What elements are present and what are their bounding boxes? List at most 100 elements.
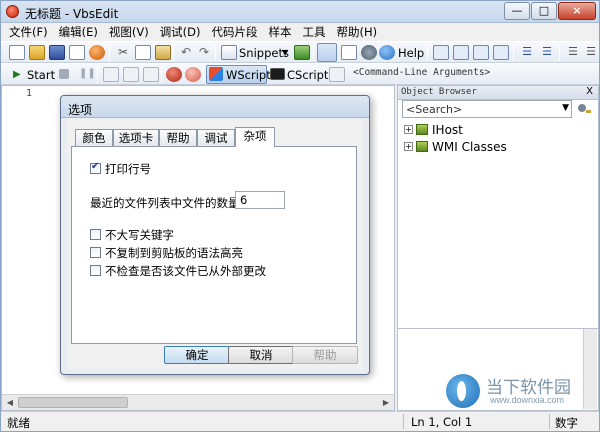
step-out-icon[interactable]	[143, 67, 159, 82]
tree-item-wmi-classes[interactable]: + WMI Classes	[402, 139, 592, 156]
indent-icon[interactable]: ☰	[519, 45, 535, 60]
toolbar-separator	[513, 45, 514, 61]
chevron-down-icon[interactable]: ▼	[562, 103, 569, 113]
wscript-icon	[209, 67, 223, 81]
arguments-icon[interactable]	[329, 67, 345, 82]
save-all-icon[interactable]	[69, 45, 85, 60]
tab-debug[interactable]: 调试	[197, 129, 235, 146]
print-line-numbers-checkbox[interactable]	[90, 161, 101, 174]
tree-item-label: WMI Classes	[432, 140, 507, 154]
object-browser-header: Object Browser X	[398, 86, 598, 100]
wscript-label: WScript	[226, 68, 271, 82]
menu-debug[interactable]: 调试(D)	[160, 24, 201, 40]
print-icon[interactable]	[341, 45, 357, 60]
menu-samples[interactable]: 样本	[269, 24, 292, 40]
minimize-button[interactable]: —	[504, 2, 530, 20]
tab-tabs[interactable]: 选项卡	[113, 129, 159, 146]
line-gutter: 1	[2, 86, 38, 410]
maximize-button[interactable]: □	[531, 2, 557, 20]
run-script-icon[interactable]	[294, 45, 310, 60]
object-tree: + IHost + WMI Classes	[402, 122, 592, 156]
run-toolbar: ▶ Start ❚❚ WScript CScript <Command-Line…	[1, 63, 599, 85]
menu-edit[interactable]: 编辑(E)	[59, 24, 98, 40]
main-toolbar: ✂ ↶ ↷ Snippets ▼ Help ☰ ☰ ☰ ☰	[1, 41, 599, 63]
tab-help[interactable]: 帮助	[159, 129, 197, 146]
snippets-icon[interactable]	[221, 45, 237, 60]
no-copy-syntax-highlight-checkbox[interactable]	[90, 247, 101, 258]
scroll-right-icon[interactable]: ▶	[379, 396, 393, 409]
uncomment-icon[interactable]	[453, 45, 469, 60]
close-button[interactable]: ×	[558, 2, 596, 20]
record-icon[interactable]	[89, 45, 105, 60]
help-button[interactable]: Help	[398, 46, 424, 60]
tree-item-ihost[interactable]: + IHost	[402, 122, 592, 139]
clear-breakpoints-icon[interactable]	[185, 67, 201, 82]
menu-file[interactable]: 文件(F)	[9, 24, 48, 40]
play-icon[interactable]: ▶	[13, 69, 21, 80]
class-icon	[416, 141, 428, 152]
dialog-title: 选项	[68, 103, 93, 117]
object-browser-close-icon[interactable]: X	[586, 86, 593, 97]
toggle-object-browser-button[interactable]	[317, 43, 337, 62]
breakpoint-icon[interactable]	[166, 67, 182, 82]
horizontal-scrollbar[interactable]: ◀ ▶	[2, 394, 394, 410]
chevron-down-icon[interactable]: ▼	[282, 48, 288, 57]
toolbar-separator	[215, 45, 216, 61]
tab-misc[interactable]: 杂项	[235, 127, 275, 147]
print-line-numbers-label: 打印行号	[105, 162, 151, 176]
help-icon[interactable]	[379, 45, 395, 60]
menu-snippets[interactable]: 代码片段	[212, 24, 258, 40]
app-icon	[6, 5, 19, 18]
expand-icon[interactable]: +	[404, 142, 413, 151]
cscript-button[interactable]: CScript	[287, 68, 328, 82]
new-file-icon[interactable]	[9, 45, 25, 60]
scroll-left-icon[interactable]: ◀	[3, 396, 17, 409]
bookmark-icon[interactable]	[473, 45, 489, 60]
search-objects-icon[interactable]	[576, 102, 592, 116]
help-button[interactable]: 帮助	[292, 346, 358, 364]
list-icon[interactable]: ☰	[583, 45, 599, 60]
no-check-external-change-checkbox[interactable]	[90, 265, 101, 276]
outdent-icon[interactable]: ☰	[539, 45, 555, 60]
comment-icon[interactable]	[433, 45, 449, 60]
toolbar-separator	[313, 45, 314, 61]
status-bar: 就绪 Ln 1, Col 1 数字	[1, 411, 599, 431]
tab-colors[interactable]: 颜色	[75, 129, 113, 146]
numlock-indicator: 数字	[555, 416, 578, 430]
start-button[interactable]: Start	[27, 68, 55, 82]
paste-icon[interactable]	[155, 45, 171, 60]
step-into-icon[interactable]	[103, 67, 119, 82]
open-folder-icon[interactable]	[29, 45, 45, 60]
options-dialog: 选项 颜色 选项卡 帮助 调试 杂项 打印行号 最近的文件列表中文件的数量: 6…	[60, 95, 370, 375]
save-icon[interactable]	[49, 45, 65, 60]
object-browser-search-combo[interactable]: <Search> ▼	[402, 100, 572, 118]
scrollbar-thumb[interactable]	[18, 397, 128, 408]
watermark: 当下软件园 www.downxia.com	[446, 371, 596, 411]
console-icon[interactable]	[270, 68, 285, 80]
command-line-arguments-field[interactable]: <Command-Line Arguments>	[353, 67, 490, 78]
recent-files-count-input[interactable]: 6	[235, 191, 285, 209]
title-bar: 无标题 - VbsEdit — □ ×	[1, 1, 599, 23]
copy-icon[interactable]	[135, 45, 151, 60]
cut-icon[interactable]: ✂	[115, 45, 131, 60]
next-bookmark-icon[interactable]	[493, 45, 509, 60]
gear-icon[interactable]	[361, 45, 377, 60]
cancel-button[interactable]: 取消	[228, 346, 294, 364]
expand-icon[interactable]: +	[404, 125, 413, 134]
menu-tools[interactable]: 工具	[303, 24, 326, 40]
menu-view[interactable]: 视图(V)	[109, 24, 149, 40]
pause-icon[interactable]: ❚❚	[79, 68, 96, 79]
align-icon[interactable]: ☰	[565, 45, 581, 60]
stop-icon[interactable]	[59, 69, 69, 79]
undo-icon[interactable]: ↶	[178, 45, 194, 60]
ok-button[interactable]: 确定	[164, 346, 230, 364]
menu-help[interactable]: 帮助(H)	[337, 24, 378, 40]
toolbar-separator	[427, 45, 428, 61]
step-over-icon[interactable]	[123, 67, 139, 82]
no-uppercase-keywords-checkbox[interactable]	[90, 229, 101, 240]
vbsedit-window: 无标题 - VbsEdit — □ × 文件(F) 编辑(E) 视图(V) 调试…	[0, 0, 600, 432]
redo-icon[interactable]: ↷	[196, 45, 212, 60]
class-icon	[416, 124, 428, 135]
toolbar-separator	[559, 45, 560, 61]
object-browser-panel: Object Browser X <Search> ▼ + IHost + WM…	[397, 85, 599, 411]
